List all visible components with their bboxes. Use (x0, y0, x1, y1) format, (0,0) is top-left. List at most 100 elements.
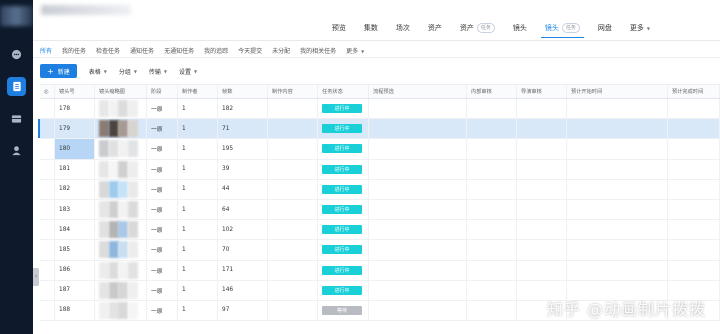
table-row[interactable]: 182 一原 1 44 进行中 (40, 179, 720, 200)
planned-start-cell[interactable] (567, 139, 668, 159)
shot-number-cell[interactable]: 181 (55, 159, 95, 179)
tab-5[interactable]: 镜头 (513, 20, 527, 36)
maker-cell[interactable]: 1 (178, 139, 218, 159)
row-checkbox-cell[interactable] (40, 99, 55, 119)
shot-number-cell[interactable]: 180 (55, 139, 95, 159)
stage-cell[interactable]: 一原 (147, 220, 178, 240)
row-checkbox-cell[interactable] (40, 159, 55, 179)
task-status-cell[interactable]: 进行中 (318, 119, 369, 139)
stage-cell[interactable]: 一原 (147, 300, 178, 321)
stage-cell[interactable]: 一原 (147, 240, 178, 260)
maker-cell[interactable]: 1 (178, 260, 218, 280)
director-review-cell[interactable] (517, 119, 567, 139)
director-review-cell[interactable] (517, 99, 567, 119)
stage-cell[interactable]: 一原 (147, 280, 178, 300)
task-status-cell[interactable]: 等待 (318, 300, 369, 321)
internal-review-cell[interactable] (467, 280, 517, 300)
frames-cell[interactable]: 39 (218, 159, 268, 179)
tab-8[interactable]: 更多 ▼ (630, 20, 650, 36)
frames-cell[interactable]: 146 (218, 280, 268, 300)
frames-cell[interactable]: 171 (218, 260, 268, 280)
planned-start-cell[interactable] (567, 220, 668, 240)
shot-thumbnail[interactable] (99, 261, 138, 279)
frames-cell[interactable]: 195 (218, 139, 268, 159)
frames-cell[interactable]: 64 (218, 199, 268, 220)
shot-thumbnail[interactable] (99, 201, 138, 219)
row-checkbox-cell[interactable] (40, 199, 55, 220)
settings-icon[interactable]: ◎ (44, 89, 49, 95)
shot-thumbnail[interactable] (99, 160, 138, 178)
shot-thumbnail-cell[interactable] (95, 240, 147, 260)
table-row[interactable]: 183 一原 1 64 进行中 (40, 199, 720, 221)
process-preselect-cell[interactable] (369, 280, 467, 300)
internal-review-cell[interactable] (467, 199, 517, 220)
status-badge[interactable]: 进行中 (322, 184, 362, 194)
maker-cell[interactable]: 1 (178, 240, 218, 260)
director-review-cell[interactable] (517, 139, 567, 159)
toolbar-1-dropdown[interactable]: 分组 ▼ (119, 67, 137, 76)
shot-thumbnail[interactable] (99, 120, 138, 138)
row-checkbox-cell[interactable] (40, 139, 55, 159)
planned-end-cell[interactable] (668, 159, 720, 179)
maker-cell[interactable]: 1 (178, 99, 218, 119)
sidebar-collapse-handle[interactable]: ‹ (33, 268, 39, 286)
subtab-0[interactable]: 所有 (40, 46, 52, 55)
content-cell[interactable] (268, 220, 318, 240)
director-review-cell[interactable] (517, 220, 567, 240)
content-cell[interactable] (268, 139, 318, 159)
status-badge[interactable]: 进行中 (322, 144, 362, 154)
planned-start-cell[interactable] (567, 119, 668, 139)
frames-cell[interactable]: 97 (218, 300, 268, 321)
shot-number-cell[interactable]: 182 (55, 179, 95, 199)
frames-cell[interactable]: 44 (218, 179, 268, 199)
planned-end-cell[interactable] (668, 119, 720, 139)
shot-thumbnail[interactable] (99, 301, 138, 319)
toolbar-3-dropdown[interactable]: 设置 ▼ (179, 67, 197, 76)
planned-end-cell[interactable] (668, 240, 720, 260)
row-checkbox-cell[interactable] (40, 240, 55, 260)
tab-0[interactable]: 预览 (332, 20, 346, 36)
toolbar-0-dropdown[interactable]: 表格 ▼ (89, 67, 107, 76)
content-cell[interactable] (268, 119, 318, 139)
planned-end-cell[interactable] (668, 260, 720, 280)
shot-thumbnail[interactable] (99, 221, 138, 239)
internal-review-cell[interactable] (467, 159, 517, 179)
frames-cell[interactable]: 182 (218, 99, 268, 119)
status-badge[interactable]: 进行中 (322, 205, 362, 215)
table-row[interactable]: 185 一原 1 70 进行中 (40, 240, 720, 261)
planned-start-cell[interactable] (567, 159, 668, 179)
internal-review-cell[interactable] (467, 119, 517, 139)
process-preselect-cell[interactable] (369, 260, 467, 280)
stage-cell[interactable]: 一原 (147, 179, 178, 199)
document-icon[interactable] (7, 77, 26, 96)
tab-7[interactable]: 网盘 (598, 20, 612, 36)
status-badge[interactable]: 进行中 (322, 104, 362, 114)
shot-thumbnail[interactable] (99, 100, 138, 118)
planned-end-cell[interactable] (668, 179, 720, 199)
row-checkbox-cell[interactable] (40, 280, 55, 300)
planned-end-cell[interactable] (668, 220, 720, 240)
process-preselect-cell[interactable] (369, 159, 467, 179)
maker-cell[interactable]: 1 (178, 300, 218, 321)
shot-thumbnail-cell[interactable] (95, 260, 147, 280)
planned-start-cell[interactable] (567, 260, 668, 280)
status-badge[interactable]: 进行中 (322, 285, 362, 295)
content-cell[interactable] (268, 300, 318, 321)
row-checkbox-cell[interactable] (40, 119, 55, 139)
internal-review-cell[interactable] (467, 300, 517, 321)
subtab-7[interactable]: 未分配 (272, 46, 290, 55)
tab-4[interactable]: 资产 任务 (460, 20, 495, 36)
shot-number-cell[interactable]: 179 (55, 119, 95, 139)
tab-2[interactable]: 场次 (396, 20, 410, 36)
shot-number-cell[interactable]: 188 (55, 300, 95, 321)
shot-thumbnail-cell[interactable] (95, 300, 147, 321)
stage-cell[interactable]: 一原 (147, 139, 178, 159)
shot-number-cell[interactable]: 185 (55, 240, 95, 260)
director-review-cell[interactable] (517, 179, 567, 199)
shot-thumbnail-cell[interactable] (95, 220, 147, 240)
content-cell[interactable] (268, 159, 318, 179)
stage-cell[interactable]: 一原 (147, 119, 178, 139)
shot-number-cell[interactable]: 178 (55, 99, 95, 119)
task-status-cell[interactable]: 进行中 (318, 159, 369, 179)
tab-3[interactable]: 资产 (428, 20, 442, 36)
